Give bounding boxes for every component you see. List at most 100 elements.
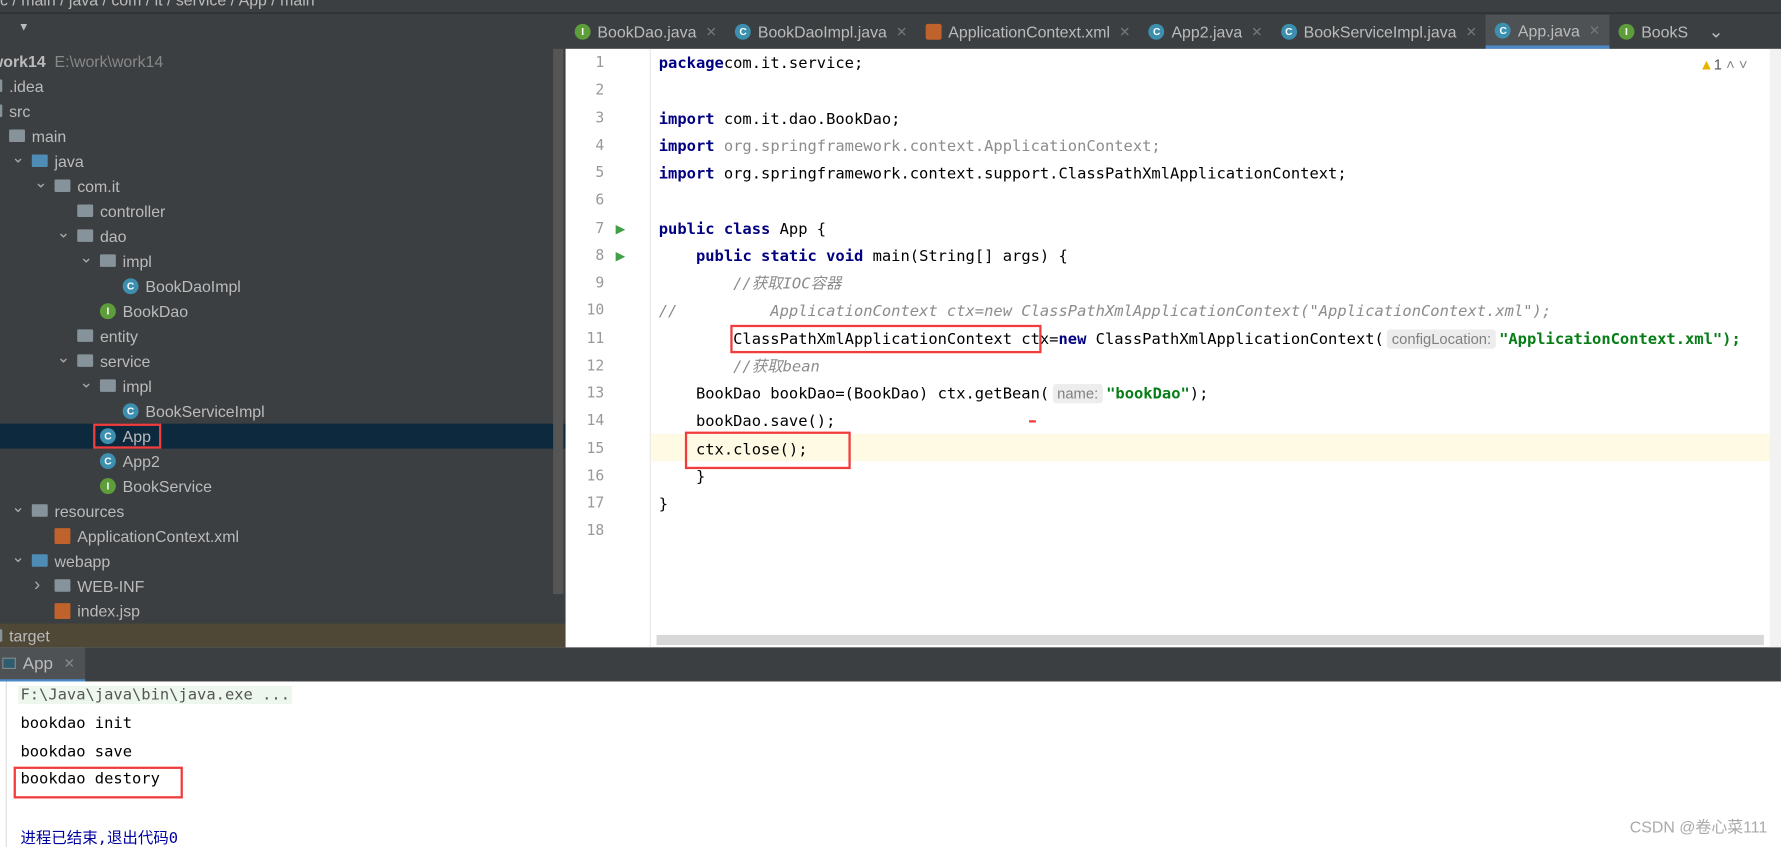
navigation-bar: c / main / java / com / it / service / A…: [0, 0, 1781, 14]
console-exit-message: 进程已结束,退出代码0: [20, 829, 179, 847]
tree-item-index-jsp[interactable]: index.jsp: [0, 599, 566, 624]
tree-item-bookdaoimpl[interactable]: C BookDaoImpl: [0, 274, 566, 299]
line-number: 15: [586, 440, 605, 458]
folder-icon: [31, 554, 48, 567]
run-icon[interactable]: ▶: [616, 248, 626, 264]
tree-item-impl[interactable]: ⌄ impl: [0, 373, 566, 399]
tab-bookdao-java[interactable]: I BookDao.java ✕: [566, 15, 726, 49]
run-icon[interactable]: ▶: [616, 221, 626, 236]
code-token: public static void: [695, 247, 864, 266]
tree-item-webapp[interactable]: ⌄ webapp: [0, 547, 566, 574]
code-line: packagecom.it.service;: [659, 50, 864, 77]
console-output[interactable]: F:\Java\java\bin\java.exe ... bookdao in…: [0, 681, 1781, 847]
code-token: import: [658, 164, 715, 183]
tree-item-app[interactable]: C App: [0, 423, 566, 449]
tree-item-com-it[interactable]: ⌄ com.it: [0, 173, 566, 199]
line-number: 1: [595, 54, 605, 72]
tree-item-target[interactable]: target: [0, 623, 566, 648]
code-line: // ApplicationContext ctx=new ClassPathX…: [659, 298, 1551, 325]
project-root[interactable]: work14 E:\work\work14: [0, 49, 566, 74]
class-icon: C: [122, 278, 139, 295]
close-icon[interactable]: ✕: [1589, 22, 1600, 38]
folder-icon: [54, 579, 71, 592]
tree-item-impl[interactable]: ⌄ impl: [0, 248, 566, 274]
tree-item-web-inf[interactable]: › WEB-INF: [0, 574, 566, 599]
tab-app2-java[interactable]: C App2.java ✕: [1140, 15, 1272, 49]
close-icon[interactable]: ✕: [64, 655, 75, 671]
tree-item--idea[interactable]: .idea: [0, 74, 566, 99]
chevron-down-icon[interactable]: ⌄: [11, 144, 24, 169]
tree-item-entity[interactable]: entity: [0, 324, 566, 349]
folder-icon: [99, 379, 116, 392]
chevron-down-icon[interactable]: ⌄: [1708, 20, 1723, 43]
code-token: App {: [770, 219, 827, 238]
chevron-down-icon[interactable]: ⌄: [80, 244, 93, 269]
parameter-hint: name:: [1052, 383, 1103, 404]
chevron-down-icon[interactable]: ⌄: [34, 169, 47, 194]
close-icon[interactable]: ✕: [1251, 24, 1262, 40]
xml-icon: [925, 23, 942, 40]
chevron-down-icon[interactable]: ⌄: [11, 494, 24, 519]
class-icon: C: [99, 453, 116, 470]
chevron-down-icon[interactable]: ⌄: [57, 219, 70, 244]
tree-item-controller[interactable]: controller: [0, 199, 566, 224]
line-number: 13: [586, 385, 605, 403]
chevron-down-icon[interactable]: ⌄: [11, 544, 24, 569]
console-icon: [2, 657, 16, 669]
editor-horizontal-scrollbar[interactable]: [656, 634, 1764, 646]
code-line: }: [659, 491, 668, 518]
tab-bookserviceimpl-java[interactable]: C BookServiceImpl.java ✕: [1272, 15, 1486, 49]
interface-icon: I: [99, 303, 116, 320]
highlight-box: [13, 766, 183, 799]
code-line: import org.springframework.context.suppo…: [659, 160, 1347, 187]
tab-applicationcontext-xml[interactable]: ApplicationContext.xml ✕: [917, 15, 1140, 49]
folder-icon: [77, 354, 94, 367]
run-panel: App ✕ F:\Java\java\bin\java.exe ... book…: [0, 647, 1781, 847]
sidebar-scrollbar[interactable]: [553, 48, 564, 595]
folder-icon: [77, 229, 94, 242]
tree-item-applicationcontext-xml[interactable]: ApplicationContext.xml: [0, 524, 566, 549]
tree-item-java[interactable]: ⌄ java: [0, 148, 566, 174]
tab-app-java[interactable]: C App.java ✕: [1486, 14, 1610, 49]
code-line: import com.it.dao.BookDao;: [659, 105, 901, 132]
tree-item-label: src: [9, 102, 31, 121]
close-icon[interactable]: ✕: [896, 24, 907, 40]
code-token: com.it.dao.BookDao;: [714, 109, 901, 128]
tree-item-bookservice[interactable]: I BookService: [0, 474, 566, 499]
breadcrumb[interactable]: c / main / java / com / it / service / A…: [0, 0, 315, 9]
chevron-down-icon[interactable]: ⌄: [80, 369, 93, 394]
tree-item-app2[interactable]: C App2: [0, 449, 566, 474]
run-tab-app[interactable]: App ✕: [0, 647, 86, 682]
tree-item-main[interactable]: main: [0, 124, 566, 149]
close-icon[interactable]: ✕: [1119, 24, 1130, 40]
tree-item-bookdao[interactable]: I BookDao: [0, 299, 566, 324]
tree-item-resources[interactable]: ⌄ resources: [0, 497, 566, 524]
folder-icon: [9, 129, 25, 142]
editor-vertical-scrollbar[interactable]: [1769, 48, 1781, 648]
chevron-right-icon[interactable]: ›: [34, 574, 40, 599]
highlight-box: [684, 431, 851, 470]
code-token: }: [658, 467, 706, 486]
code-token: // ApplicationContext ctx=new ClassPathX…: [658, 302, 1552, 321]
line-number: 8: [595, 247, 605, 265]
chevron-down-icon[interactable]: ▼: [18, 22, 29, 34]
tab-label: BookDao.java: [597, 22, 697, 41]
tree-item-label: BookService: [122, 477, 212, 496]
tab-books[interactable]: I BookS: [1609, 15, 1697, 49]
code-token: import: [658, 109, 715, 128]
close-icon[interactable]: ✕: [706, 24, 717, 40]
class-icon: C: [1280, 23, 1297, 40]
tab-bookdaoimpl-java[interactable]: C BookDaoImpl.java ✕: [726, 15, 916, 49]
warning-indicator[interactable]: ▲1 ˄ ˅: [1699, 56, 1747, 73]
tree-item-label: BookDaoImpl: [145, 277, 241, 296]
tree-item-src[interactable]: ⌄src: [0, 99, 566, 124]
folder-icon: [31, 504, 48, 517]
tree-item-label: main: [31, 127, 67, 146]
tree-item-bookserviceimpl[interactable]: C BookServiceImpl: [0, 399, 566, 424]
code-line: import org.springframework.context.Appli…: [659, 133, 1161, 160]
close-icon[interactable]: ✕: [1466, 24, 1477, 40]
code-editor[interactable]: 1 2 3 4 5 6 7 ▶ 8 ▶ 9 10 11 12 13 14 15 16 17 18 packagecom…: [565, 48, 1781, 648]
line-number: 17: [586, 495, 605, 513]
chevron-down-icon[interactable]: ⌄: [57, 344, 70, 369]
line-number: 14: [586, 412, 605, 430]
